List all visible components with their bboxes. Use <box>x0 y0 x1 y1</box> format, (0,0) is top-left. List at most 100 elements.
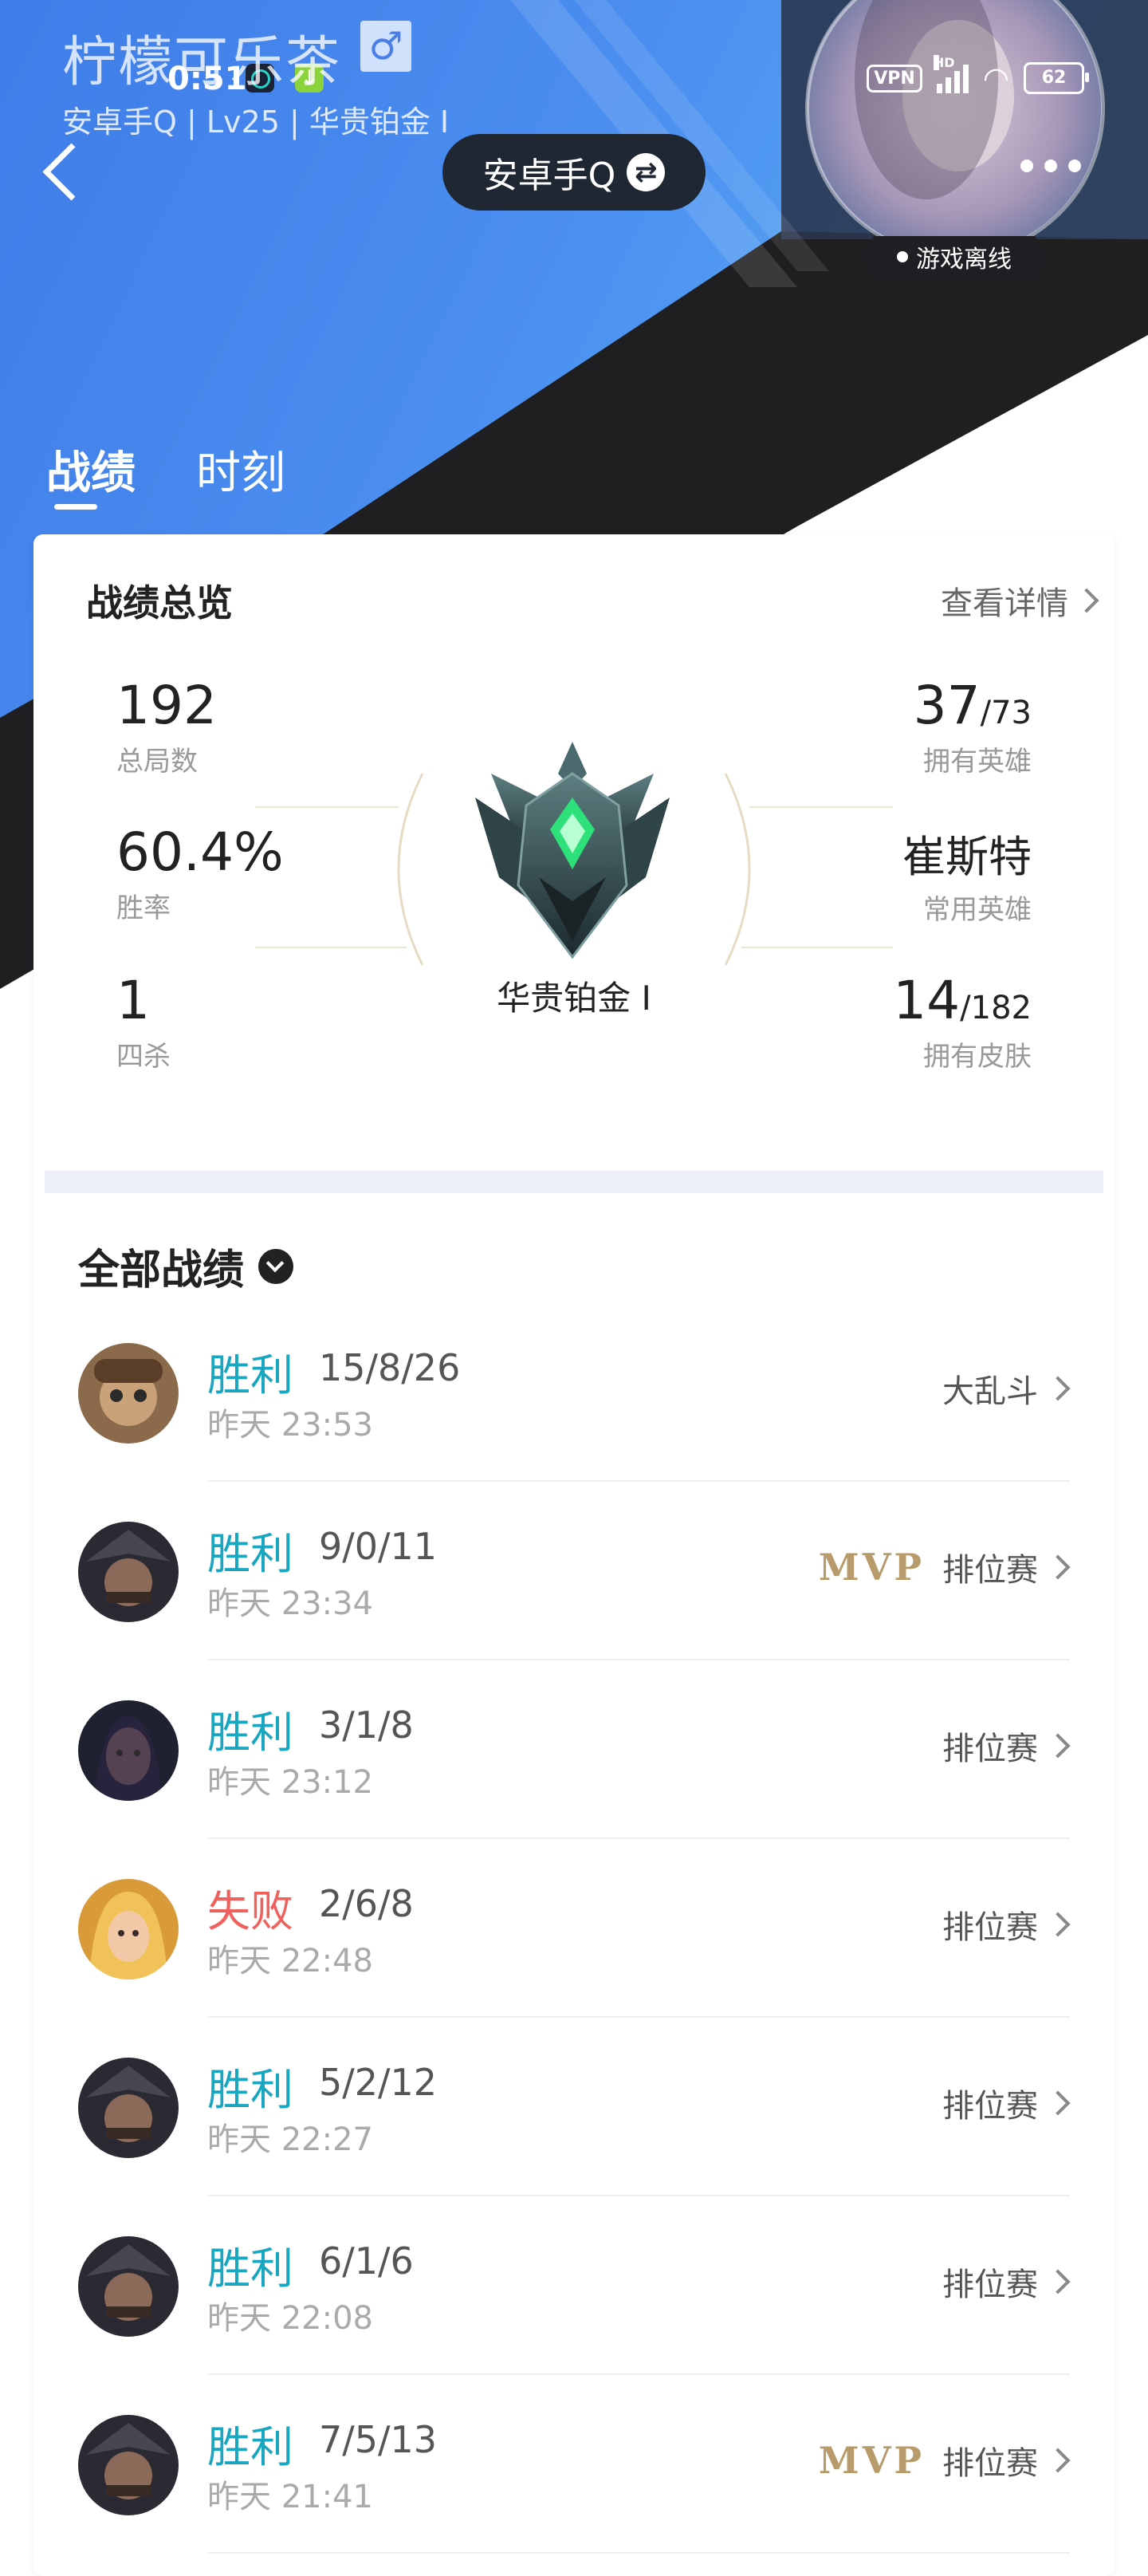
profile-subtitle: 安卓手Q | Lv25 | 华贵铂金 I <box>62 104 450 140</box>
all-records-filter[interactable]: 全部战绩 <box>78 1236 294 1296</box>
signal-icon: HD <box>933 55 969 93</box>
match-kda: 9/0/11 <box>319 1525 438 1568</box>
match-time: 昨天 23:53 <box>207 1407 373 1444</box>
match-time: 昨天 23:34 <box>207 1585 373 1622</box>
stat-total: /182 <box>960 990 1032 1026</box>
stat-value: 37 <box>913 675 981 736</box>
tab-moments[interactable]: 时刻 <box>196 437 285 502</box>
match-mode: 大乱斗 <box>942 1365 1071 1412</box>
back-button[interactable] <box>38 136 94 207</box>
match-mode-label: 大乱斗 <box>942 1373 1038 1410</box>
chevron-down-icon <box>258 1248 294 1284</box>
more-dot-icon <box>1044 160 1057 172</box>
match-result: 失败 <box>207 1886 293 1936</box>
account-switch-label: 安卓手Q <box>482 156 616 196</box>
match-time: 昨天 23:12 <box>207 1764 373 1801</box>
hero-avatar <box>78 1700 179 1801</box>
match-mode: 排位赛 <box>942 2259 1071 2305</box>
chevron-right-icon <box>1045 1376 1071 1401</box>
view-detail-link[interactable]: 查看详情 <box>941 577 1099 624</box>
match-row[interactable]: 胜利 9/0/11 昨天 23:34 MVP 排位赛 <box>33 1482 1115 1660</box>
male-icon: ♂ <box>360 21 411 72</box>
match-mode: 排位赛 <box>942 1723 1071 1769</box>
chevron-right-icon <box>1045 2448 1071 2473</box>
mvp-badge: MVP <box>818 1546 925 1589</box>
match-kda: 5/2/12 <box>319 2061 438 2104</box>
hero-avatar <box>78 1879 179 1979</box>
match-mode-label: 排位赛 <box>942 2445 1038 2482</box>
match-mode-label: 排位赛 <box>942 2088 1038 2125</box>
match-result: 胜利 <box>207 2243 293 2294</box>
match-kda: 7/5/13 <box>319 2418 438 2461</box>
tab-record[interactable]: 战绩 <box>46 437 136 502</box>
stat-value: 192 <box>116 675 217 736</box>
hero-avatar <box>78 1343 179 1444</box>
match-mode: 排位赛 <box>942 1901 1071 1948</box>
more-dot-icon <box>1020 160 1033 172</box>
section-divider <box>45 1171 1103 1193</box>
rank-label: 华贵铂金 I <box>497 979 651 1018</box>
hero-avatar <box>78 2415 179 2515</box>
overview-title: 战绩总览 <box>86 581 233 624</box>
username: 柠檬可乐茶 <box>62 31 342 94</box>
rank-emblem-icon <box>475 742 670 959</box>
battery-icon: 62 <box>1024 62 1089 94</box>
chevron-right-icon <box>1045 1733 1071 1759</box>
wifi-icon: ◠ <box>982 61 1009 96</box>
swap-icon: ⇄ <box>627 153 666 191</box>
stat-value: 1 <box>116 970 150 1031</box>
all-records-title: 全部战绩 <box>78 1247 245 1294</box>
hero-avatar <box>78 1522 179 1622</box>
stat-value: 崔斯特 <box>902 832 1032 882</box>
match-mode-label: 排位赛 <box>942 2267 1038 2303</box>
hd-label: HD <box>933 55 955 70</box>
match-row[interactable]: 胜利 7/5/13 昨天 21:41 MVP 排位赛 <box>33 2375 1115 2554</box>
status-right: VPN HD ◠ 62 <box>867 55 1089 96</box>
match-mode-label: 排位赛 <box>942 1731 1038 1767</box>
account-switch-button[interactable]: 安卓手Q ⇄ <box>442 134 706 211</box>
hero-avatar <box>78 2058 179 2158</box>
stat-label: 拥有皮肤 <box>923 1041 1032 1073</box>
stat-label: 四杀 <box>116 1041 171 1073</box>
match-mode-label: 排位赛 <box>942 1552 1038 1589</box>
stat-label: 拥有英雄 <box>923 746 1032 778</box>
stat-label: 总局数 <box>116 746 198 778</box>
match-kda: 2/6/8 <box>319 1882 414 1925</box>
chevron-right-icon <box>1045 1912 1071 1937</box>
match-kda: 6/1/6 <box>319 2239 414 2283</box>
mvp-badge: MVP <box>818 2439 925 2482</box>
stat-total-games: 192 总局数 <box>116 675 217 778</box>
match-mode: MVP 排位赛 <box>818 2437 1071 2483</box>
match-time: 昨天 22:08 <box>207 2300 373 2337</box>
match-row[interactable]: 失败 2/6/8 昨天 22:48 排位赛 <box>33 1839 1115 2018</box>
stat-total: /73 <box>980 695 1032 731</box>
more-button[interactable] <box>1020 160 1081 172</box>
match-row[interactable]: 胜利 15/8/26 昨天 23:53 大乱斗 <box>33 1303 1115 1482</box>
stat-heroes-owned: 37/73 拥有英雄 <box>914 675 1032 778</box>
chevron-right-icon <box>1045 1554 1071 1580</box>
status-badge-label: 游戏离线 <box>916 246 1012 274</box>
match-result: 胜利 <box>207 1529 293 1579</box>
vpn-icon: VPN <box>867 64 922 93</box>
match-mode-label: 排位赛 <box>942 1909 1038 1946</box>
match-result: 胜利 <box>207 2422 293 2472</box>
match-row[interactable]: 胜利 5/2/12 昨天 22:27 排位赛 <box>33 2018 1115 2196</box>
match-time: 昨天 21:41 <box>207 2479 373 2515</box>
tab-underline <box>54 504 97 510</box>
match-row[interactable]: 胜利 3/1/8 昨天 23:12 排位赛 <box>33 1660 1115 1839</box>
match-result: 胜利 <box>207 1707 293 1758</box>
row-divider <box>207 2552 1070 2554</box>
match-mode: 排位赛 <box>942 2080 1071 2126</box>
view-detail-label: 查看详情 <box>941 585 1068 622</box>
hero-avatar <box>78 2236 179 2337</box>
match-row[interactable]: 胜利 6/1/6 昨天 22:08 排位赛 <box>33 2196 1115 2375</box>
stat-label: 常用英雄 <box>923 894 1032 926</box>
offline-dot-icon <box>897 251 908 262</box>
stat-quadra-kills: 1 四杀 <box>116 970 171 1073</box>
match-time: 昨天 22:48 <box>207 1943 373 1979</box>
more-dot-icon <box>1068 160 1081 172</box>
status-badge: 游戏离线 <box>863 236 1046 278</box>
match-mode: MVP 排位赛 <box>818 1544 1071 1590</box>
match-time: 昨天 22:27 <box>207 2121 373 2158</box>
match-kda: 15/8/26 <box>319 1346 461 1389</box>
